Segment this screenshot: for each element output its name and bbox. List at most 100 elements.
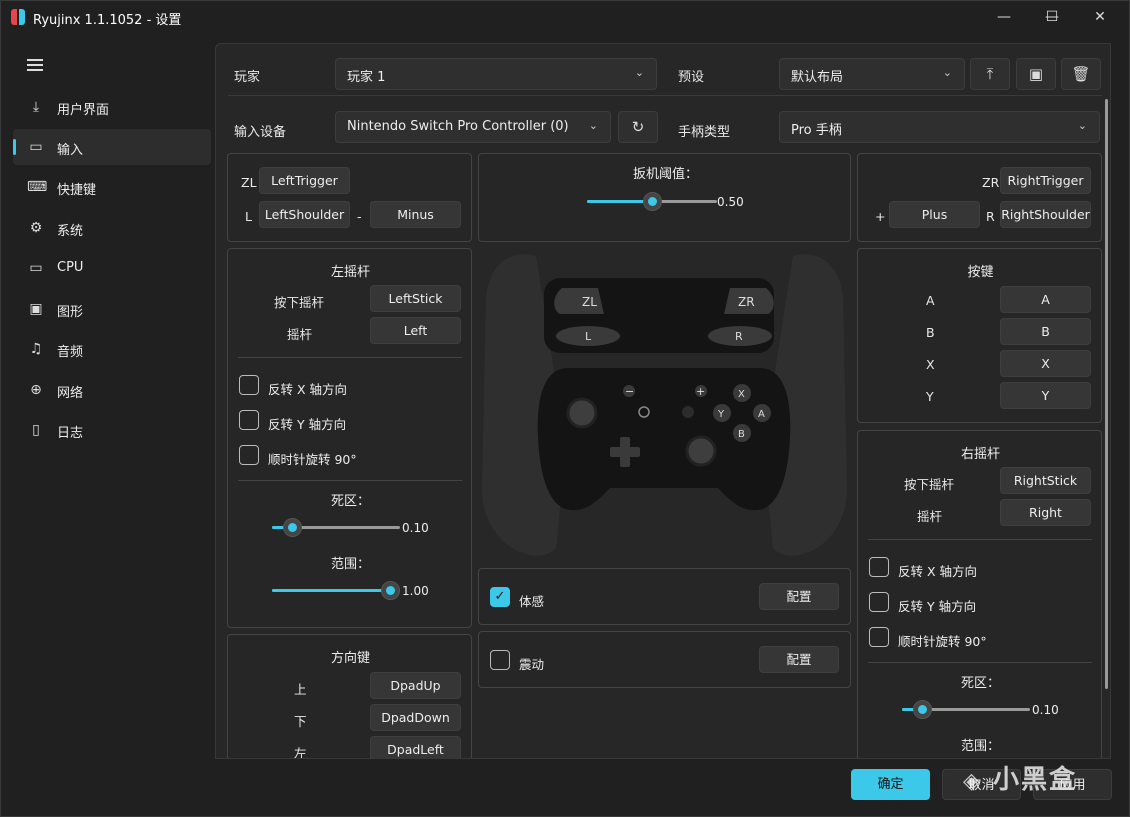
button-y-label: Y — [926, 389, 934, 404]
motion-configure-button[interactable]: 配置 — [759, 583, 839, 610]
title-bar: Ryujinx 1.1.1052 - 设置 — — ☐ ✕ — [1, 1, 1129, 33]
ok-button[interactable]: 确定 — [851, 769, 930, 800]
sidebar-item-hotkeys[interactable]: ⌨ 快捷键 — [13, 169, 211, 205]
sidebar-item-ui[interactable]: ⤓ 用户界面 — [13, 89, 211, 125]
b-glyph: B — [738, 429, 745, 440]
rumble-label: 震动 — [519, 657, 545, 672]
left-stick-title: 左摇杆 — [330, 265, 370, 280]
button-a-binding[interactable]: A — [1000, 286, 1091, 313]
left-invert-y-label: 反转 Y 轴方向 — [268, 417, 347, 432]
left-stick-axis-button[interactable]: Left — [370, 317, 461, 344]
slider-fill — [272, 589, 390, 592]
sidebar-item-network[interactable]: ⊕ 网络 — [13, 372, 211, 408]
sidebar-item-input[interactable]: ▭ 输入 — [13, 129, 211, 165]
left-rotate-checkbox[interactable] — [239, 445, 259, 465]
controller-type-select[interactable]: Pro 手柄 ⌄ — [779, 111, 1100, 143]
close-button[interactable]: ✕ — [1077, 1, 1123, 33]
zr-binding-button[interactable]: RightTrigger — [1000, 167, 1091, 194]
device-select[interactable]: Nintendo Switch Pro Controller (0) ⌄ — [335, 111, 611, 143]
divider — [868, 662, 1092, 663]
delete-icon[interactable]: 🗑 — [1061, 58, 1101, 90]
left-stick-panel: 左摇杆 按下摇杆 LeftStick 摇杆 Left 反转 X 轴方向 反转 Y… — [227, 248, 472, 628]
upload-icon[interactable]: ⤒ — [970, 58, 1010, 90]
rumble-checkbox[interactable] — [490, 650, 510, 670]
sidebar-item-system[interactable]: ⚙ 系统 — [13, 210, 211, 246]
dpad-up-label: 上 — [294, 682, 307, 697]
sidebar-item-graphics[interactable]: ▣ 图形 — [13, 291, 211, 327]
right-invert-y-label: 反转 Y 轴方向 — [898, 599, 977, 614]
slider-thumb[interactable] — [381, 581, 400, 600]
dpad-title: 方向键 — [330, 651, 370, 666]
player-label: 玩家 — [234, 70, 261, 85]
image-icon: ▣ — [29, 301, 43, 317]
right-invert-x-checkbox[interactable] — [869, 557, 889, 577]
l-label: L — [245, 209, 252, 224]
active-indicator — [13, 139, 16, 155]
y-glyph: Y — [717, 409, 725, 420]
zl-label: ZL — [241, 175, 257, 190]
button-b-binding[interactable]: B — [1000, 318, 1091, 345]
face-buttons-title: 按键 — [967, 265, 994, 280]
left-shoulder-panel: ZL LeftTrigger L LeftShoulder - Minus — [227, 153, 472, 242]
right-invert-y-checkbox[interactable] — [869, 592, 889, 612]
dpad-up-button[interactable]: DpadUp — [370, 672, 461, 699]
zr-glyph: ZR — [738, 295, 755, 309]
left-range-slider[interactable] — [272, 580, 400, 600]
sidebar-item-label: 音频 — [57, 345, 84, 360]
vertical-scrollbar[interactable] — [1105, 99, 1108, 689]
plus-binding-button[interactable]: Plus — [889, 201, 980, 228]
motion-checkbox[interactable]: ✓ — [490, 587, 510, 607]
refresh-icon[interactable]: ↻ — [618, 111, 658, 143]
trigger-threshold-slider[interactable] — [587, 191, 717, 211]
zl-glyph: ZL — [582, 295, 597, 309]
l-glyph: L — [585, 330, 592, 343]
left-stick-axis-label: 摇杆 — [287, 327, 313, 342]
left-stick-press-button[interactable]: LeftStick — [370, 285, 461, 312]
left-stick-press-label: 按下摇杆 — [274, 295, 325, 310]
minimize-button-glyph[interactable]: — — [981, 1, 1027, 33]
sidebar-item-audio[interactable]: ♫ 音频 — [13, 331, 211, 367]
face-buttons-panel: 按键 A A B B X X Y Y — [857, 248, 1102, 423]
l-binding-button[interactable]: LeftShoulder — [259, 201, 350, 228]
left-rotate-label: 顺时针旋转 90° — [268, 452, 357, 467]
save-icon[interactable]: ▣ — [1016, 58, 1056, 90]
rumble-configure-button[interactable]: 配置 — [759, 646, 839, 673]
input-settings-panel: 玩家 玩家 1 ⌄ 预设 默认布局 ⌄ ⤒ ▣ 🗑 输入设备 Nintendo … — [215, 43, 1111, 759]
sidebar-item-label: CPU — [57, 260, 84, 275]
dpad-panel: 方向键 上 DpadUp 下 DpadDown 左 DpadLeft — [227, 634, 472, 758]
sidebar-item-logging[interactable]: ▯ 日志 — [13, 412, 211, 448]
button-x-binding[interactable]: X — [1000, 350, 1091, 377]
right-rotate-checkbox[interactable] — [869, 627, 889, 647]
minus-binding-button[interactable]: Minus — [370, 201, 461, 228]
hamburger-menu-icon[interactable] — [27, 59, 43, 73]
right-deadzone-slider[interactable] — [902, 699, 1030, 719]
trigger-threshold-value: 0.50 — [717, 195, 744, 209]
button-y-binding[interactable]: Y — [1000, 382, 1091, 409]
zl-binding-button[interactable]: LeftTrigger — [259, 167, 350, 194]
settings-window: Ryujinx 1.1.1052 - 设置 — — ☐ ✕ ⤓ 用户界面 ▭ 输… — [0, 0, 1130, 817]
left-invert-x-checkbox[interactable] — [239, 375, 259, 395]
r-binding-button[interactable]: RightShoulder — [1000, 201, 1091, 228]
slider-thumb[interactable] — [913, 700, 932, 719]
right-stick-axis-button[interactable]: Right — [1000, 499, 1091, 526]
preset-select[interactable]: 默认布局 ⌄ — [779, 58, 965, 90]
watermark-logo-icon: ◈ — [963, 769, 982, 794]
left-invert-y-checkbox[interactable] — [239, 410, 259, 430]
left-range-label: 范围： — [330, 557, 370, 572]
dpad-down-button[interactable]: DpadDown — [370, 704, 461, 731]
maximize-button[interactable]: ☐ — [1029, 1, 1075, 33]
slider-thumb[interactable] — [643, 192, 662, 211]
left-deadzone-slider[interactable] — [272, 517, 400, 537]
plus-label: + — [875, 209, 886, 224]
minus-label: - — [357, 209, 362, 224]
r-glyph: R — [735, 330, 743, 343]
slider-thumb[interactable] — [283, 518, 302, 537]
player-select[interactable]: 玩家 1 ⌄ — [335, 58, 657, 90]
sidebar-item-label: 系统 — [57, 224, 84, 239]
right-stick-press-button[interactable]: RightStick — [1000, 467, 1091, 494]
dpad-left-button[interactable]: DpadLeft — [370, 736, 461, 758]
sidebar-item-cpu[interactable]: ▭ CPU — [13, 250, 211, 286]
right-stick-axis-label: 摇杆 — [917, 509, 943, 524]
watermark: ◈ 小黑盒 — [963, 759, 1103, 797]
player-select-value: 玩家 1 — [347, 70, 386, 85]
